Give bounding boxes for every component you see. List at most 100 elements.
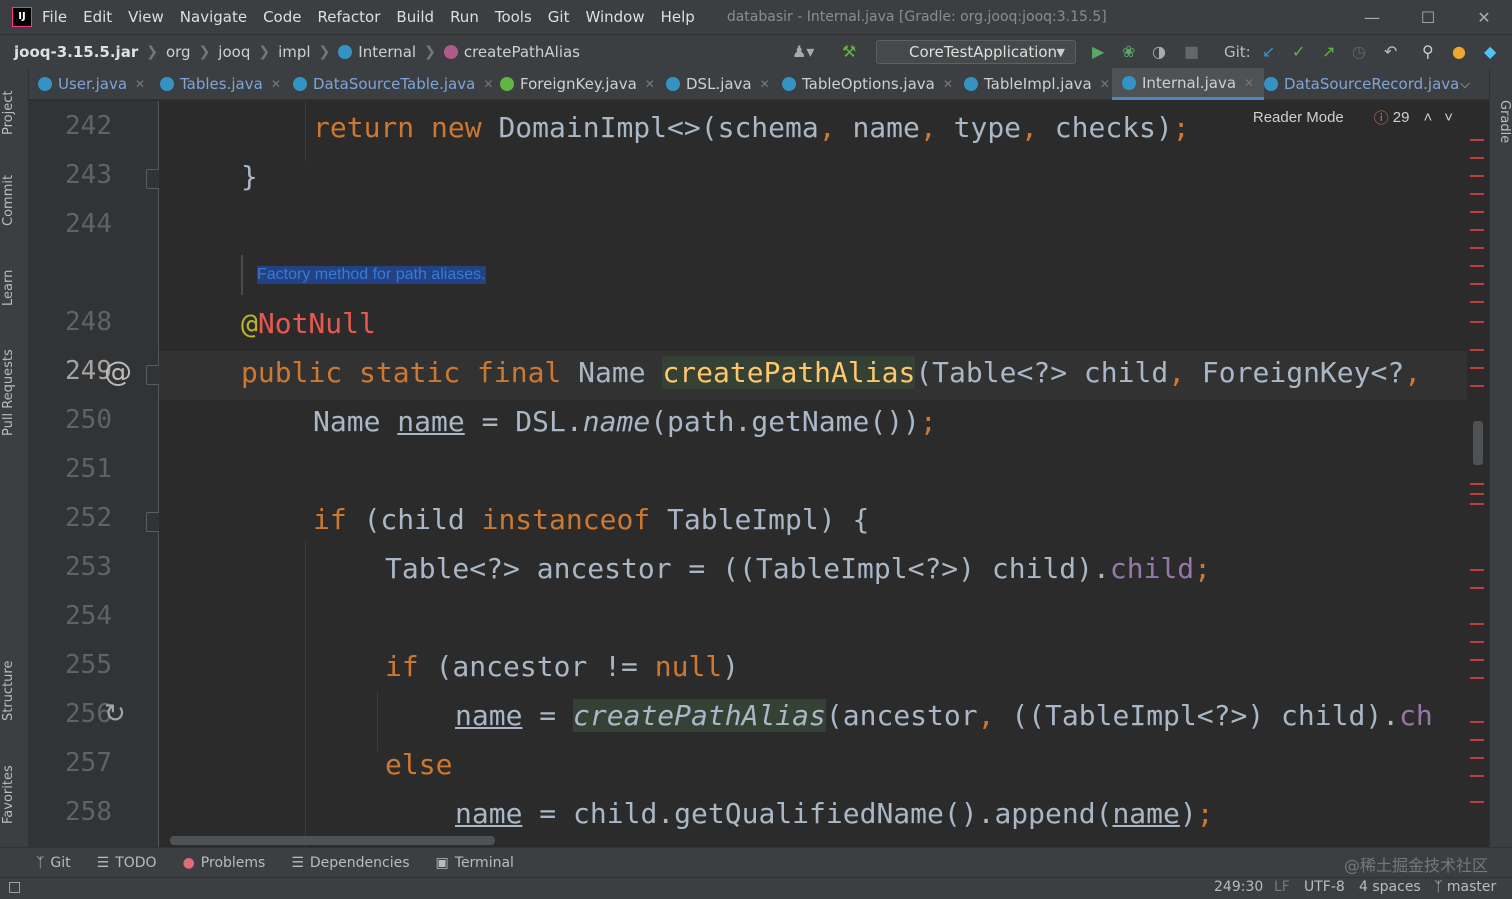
code-with-me-icon[interactable]: ◆ (1484, 43, 1496, 61)
tool-structure[interactable]: Structure (1, 650, 27, 732)
user-profile-icon[interactable]: ♟▾ (792, 43, 814, 61)
tool-problems[interactable]: ● Problems (183, 855, 266, 871)
tab-internal-java[interactable]: Internal.java ✕ (1112, 68, 1265, 100)
error-marker[interactable] (1470, 739, 1484, 741)
breadcrumb-internal[interactable]: Internal (338, 43, 416, 61)
updates-icon[interactable]: ● (1452, 43, 1466, 61)
git-update-icon[interactable]: ↙ (1262, 43, 1275, 61)
tab-datasourcerecord-java[interactable]: DataSourceRecord.java (1264, 68, 1459, 100)
error-marker[interactable] (1470, 659, 1484, 661)
error-marker[interactable] (1470, 301, 1484, 303)
git-push-icon[interactable]: ↗ (1322, 43, 1335, 61)
previous-highlight-icon[interactable]: ˄ (1423, 109, 1432, 126)
error-stripe[interactable] (1467, 101, 1488, 847)
editor-scroll-thumb[interactable] (1473, 421, 1483, 465)
error-marker[interactable] (1470, 265, 1484, 267)
close-tab-icon[interactable]: ✕ (483, 77, 493, 91)
tool-terminal[interactable]: ▣ Terminal (436, 855, 514, 871)
menu-refactor[interactable]: Refactor (317, 8, 380, 26)
git-commit-icon[interactable]: ✓ (1292, 43, 1305, 61)
horizontal-scrollbar[interactable] (170, 836, 495, 845)
close-tab-icon[interactable]: ✕ (645, 77, 655, 91)
coverage-icon[interactable]: ◑ (1152, 43, 1166, 61)
tab-datasourcetable-java[interactable]: DataSourceTable.java ✕ (293, 68, 493, 100)
error-marker[interactable] (1470, 193, 1484, 195)
next-highlight-icon[interactable]: ˅ (1444, 109, 1453, 126)
maximize-icon[interactable]: ☐ (1400, 0, 1456, 34)
error-marker[interactable] (1470, 757, 1484, 759)
error-marker[interactable] (1470, 641, 1484, 643)
error-marker[interactable] (1470, 503, 1484, 505)
tool-favorites[interactable]: Favorites (1, 754, 27, 836)
menu-git[interactable]: Git (548, 8, 570, 26)
error-marker[interactable] (1470, 677, 1484, 679)
breadcrumb-method[interactable]: createPathAlias (443, 43, 580, 61)
run-configuration-select[interactable]: CoreTestApplication ▼ (876, 40, 1076, 64)
file-encoding[interactable]: UTF-8 (1304, 879, 1345, 895)
tab-tableimpl-java[interactable]: TableImpl.java ✕ (964, 68, 1110, 100)
breadcrumb-org[interactable]: org (166, 43, 191, 61)
code-editor[interactable]: return new DomainImpl<>(schema, name, ty… (159, 101, 1467, 847)
close-window-icon[interactable]: ✕ (1456, 0, 1512, 34)
tool-learn[interactable]: Learn (1, 260, 27, 316)
error-marker[interactable] (1470, 247, 1484, 249)
tool-pull-requests[interactable]: Pull Requests (1, 338, 27, 448)
error-marker[interactable] (1470, 721, 1484, 723)
caret-position[interactable]: 249:30 (1214, 879, 1263, 895)
stop-icon[interactable]: ■ (1184, 43, 1199, 61)
tab-dsl-java[interactable]: DSL.java ✕ (666, 68, 770, 100)
error-marker[interactable] (1470, 283, 1484, 285)
close-tab-icon[interactable]: ✕ (943, 77, 953, 91)
tool-project[interactable]: Project (1, 78, 27, 148)
menu-file[interactable]: File (42, 8, 67, 26)
tab-tables-java[interactable]: Tables.java ✕ (160, 68, 281, 100)
tabs-overflow-chevron-icon[interactable]: ⌵ (1460, 68, 1470, 100)
build-hammer-icon[interactable]: ⚒ (842, 43, 856, 61)
debug-bug-icon[interactable]: ❀ (1122, 43, 1135, 61)
menu-tools[interactable]: Tools (495, 8, 532, 26)
menu-window[interactable]: Window (585, 8, 644, 26)
git-history-icon[interactable]: ◷ (1352, 43, 1366, 61)
tool-git[interactable]: ᛉ Git (36, 855, 71, 871)
git-branch[interactable]: ᛉ master (1434, 879, 1496, 895)
reader-mode-toggle[interactable]: Reader Mode (1253, 109, 1344, 126)
error-marker[interactable] (1470, 775, 1484, 777)
indent-setting[interactable]: 4 spaces (1359, 879, 1421, 895)
close-tab-icon[interactable]: ✕ (1244, 76, 1254, 90)
menu-code[interactable]: Code (263, 8, 301, 26)
search-icon[interactable]: ⚲ (1422, 43, 1434, 61)
error-marker[interactable] (1470, 367, 1484, 369)
error-marker[interactable] (1470, 157, 1484, 159)
tool-commit[interactable]: Commit (1, 164, 27, 236)
rollback-icon[interactable]: ↶ (1384, 43, 1397, 61)
run-icon[interactable]: ▶ (1092, 43, 1104, 61)
menu-navigate[interactable]: Navigate (180, 8, 247, 26)
problems-count[interactable]: 29 (1393, 109, 1410, 126)
tab-foreignkey-java[interactable]: ForeignKey.java ✕ (500, 68, 655, 100)
error-marker[interactable] (1470, 321, 1484, 323)
error-marker[interactable] (1470, 493, 1484, 495)
menu-help[interactable]: Help (661, 8, 695, 26)
error-marker[interactable] (1470, 569, 1484, 571)
tool-todo[interactable]: ☰ TODO (97, 855, 157, 871)
close-tab-icon[interactable]: ✕ (1100, 77, 1110, 91)
tool-gradle[interactable]: Gradle (1490, 100, 1512, 143)
error-marker[interactable] (1470, 349, 1484, 351)
tool-dependencies[interactable]: ☰ Dependencies (291, 855, 409, 871)
breadcrumb-impl[interactable]: impl (278, 43, 310, 61)
error-marker[interactable] (1470, 385, 1484, 387)
toggle-tool-windows-icon[interactable]: □ (8, 879, 21, 895)
error-marker[interactable] (1470, 229, 1484, 231)
line-separator[interactable]: LF (1274, 879, 1290, 895)
menu-run[interactable]: Run (450, 8, 479, 26)
error-marker[interactable] (1470, 587, 1484, 589)
menu-view[interactable]: View (128, 8, 164, 26)
breadcrumb-jar[interactable]: jooq-3.15.5.jar (14, 43, 138, 61)
breadcrumb-jooq[interactable]: jooq (218, 43, 250, 61)
close-tab-icon[interactable]: ✕ (271, 77, 281, 91)
error-marker[interactable] (1470, 623, 1484, 625)
tab-tableoptions-java[interactable]: TableOptions.java ✕ (782, 68, 953, 100)
error-marker[interactable] (1470, 483, 1484, 485)
minimize-icon[interactable]: — (1344, 0, 1400, 34)
overrides-method-icon[interactable]: @ (104, 355, 132, 388)
